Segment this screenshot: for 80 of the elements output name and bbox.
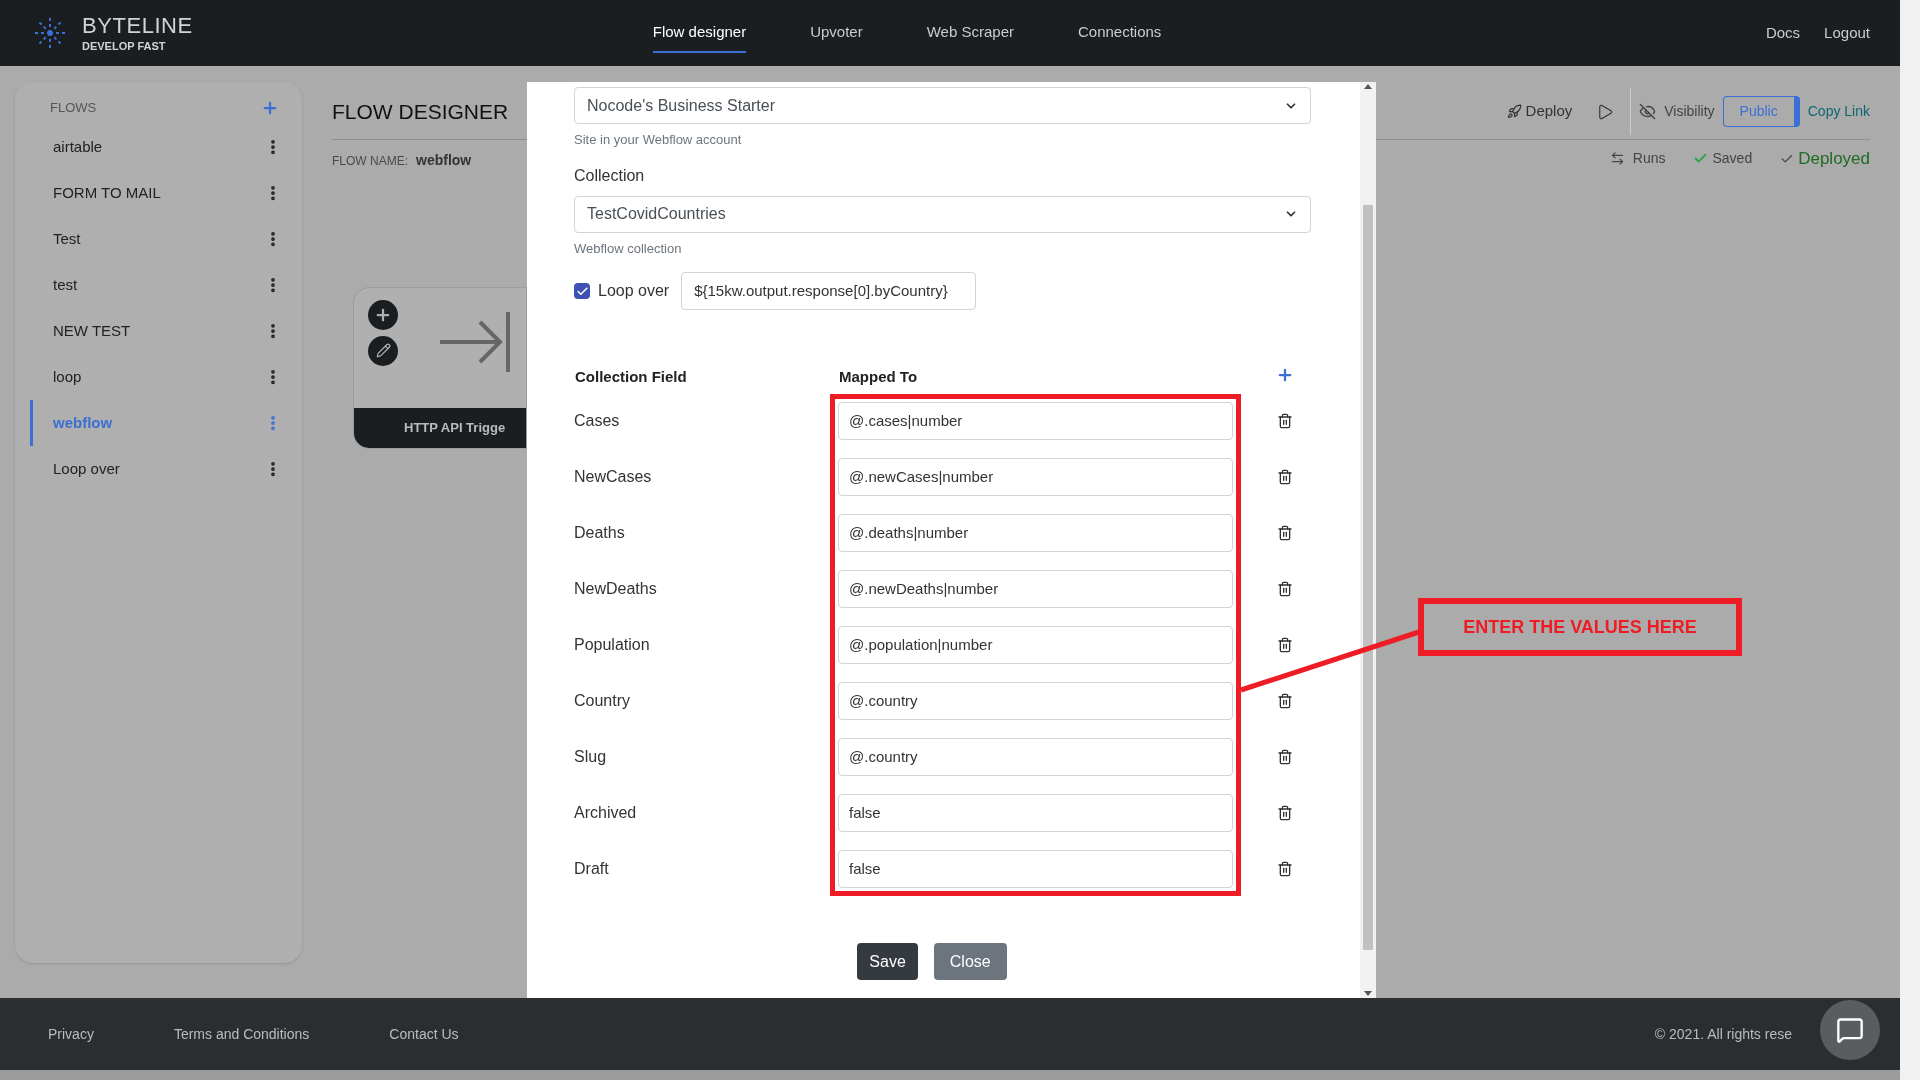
nav-link[interactable]: Web Scraper — [926, 12, 1014, 54]
arrow-to-line-icon — [438, 309, 510, 374]
nav-link[interactable]: Connections — [1077, 12, 1162, 54]
field-hint: Webflow collection — [574, 239, 683, 258]
page-title: FLOW DESIGNER — [332, 99, 509, 125]
chat-icon — [1836, 1016, 1864, 1044]
annotation-callout: ENTER THE VALUES HERE — [1418, 598, 1742, 656]
sidebar-item[interactable]: FORM TO MAIL — [30, 170, 282, 216]
chat-button[interactable] — [1820, 1000, 1880, 1060]
nav-link[interactable]: Upvoter — [810, 12, 863, 54]
mapping-input[interactable]: @.cases|number — [838, 402, 1233, 440]
delete-icon[interactable] — [1277, 581, 1293, 597]
field-hint: Site in your Webflow account — [574, 131, 743, 149]
play-icon[interactable] — [1596, 102, 1615, 121]
column-header: Collection Field — [574, 367, 688, 387]
delete-icon[interactable] — [1277, 805, 1293, 821]
delete-icon[interactable] — [1277, 861, 1293, 877]
runs-link[interactable]: Runs — [1609, 148, 1666, 170]
copyright-text: © 2021. All rights rese — [1654, 1024, 1792, 1044]
add-node-button[interactable] — [368, 299, 398, 330]
field-label: Deaths — [574, 523, 626, 543]
delete-icon[interactable] — [1277, 637, 1293, 653]
node-title: HTTP API Trigge — [404, 418, 506, 437]
mapping-input[interactable]: false — [838, 794, 1233, 832]
delete-icon[interactable] — [1277, 749, 1293, 765]
visibility-label: Visibility — [1664, 102, 1715, 121]
arrows-icon — [1609, 151, 1625, 167]
field-label: Country — [574, 691, 632, 711]
delete-icon[interactable] — [1277, 693, 1293, 709]
sidebar-item[interactable]: Loop over — [30, 446, 282, 492]
mapping-input[interactable]: @.population|number — [838, 626, 1233, 664]
collection-select[interactable]: TestCovidCountries — [574, 195, 1311, 233]
field-label: Slug — [574, 747, 608, 767]
flow-name-label: FLOW NAME: — [332, 153, 408, 171]
delete-icon[interactable] — [1277, 469, 1293, 485]
deployed-status: Deployed — [1780, 146, 1870, 172]
field-label: Draft — [574, 859, 610, 879]
checkbox-label: Loop over — [598, 281, 670, 301]
pencil-icon — [375, 343, 391, 358]
field-label: NewDeaths — [574, 579, 658, 599]
sidebar-item[interactable]: airtable — [30, 124, 282, 170]
sidebar-item[interactable]: loop — [30, 354, 282, 400]
delete-icon[interactable] — [1277, 525, 1293, 541]
field-label: Archived — [574, 803, 638, 823]
deploy-button[interactable]: Deploy — [1498, 100, 1581, 123]
field-label: Collection — [574, 165, 646, 186]
field-label: Population — [574, 635, 651, 655]
flow-name: webflow — [416, 151, 472, 171]
mapping-input[interactable]: @.country — [838, 682, 1233, 720]
sidebar-title: FLOWS — [50, 99, 97, 118]
field-label: Cases — [574, 411, 621, 431]
sidebar-item[interactable]: Test — [30, 216, 282, 262]
close-button[interactable]: Close — [933, 943, 1007, 980]
mapping-input[interactable]: @.country — [838, 738, 1233, 776]
footer-link[interactable]: Contact Us — [389, 1023, 459, 1045]
edit-node-button[interactable] — [368, 335, 398, 366]
footer-link[interactable]: Terms and Conditions — [173, 1023, 310, 1045]
brand-name: BYTELINE — [82, 14, 193, 37]
mapping-input[interactable]: false — [838, 850, 1233, 888]
saved-status: Saved — [1693, 148, 1753, 170]
nav-link[interactable]: Flow designer — [652, 12, 747, 54]
brand-tagline: DEVELOP FAST — [82, 40, 167, 52]
delete-icon[interactable] — [1277, 413, 1293, 429]
loop-checkbox[interactable] — [574, 283, 590, 299]
nav-link[interactable]: Docs — [1765, 21, 1801, 45]
save-button[interactable]: Save — [857, 943, 918, 980]
rocket-icon — [1506, 104, 1522, 119]
sidebar-item[interactable]: NEW TEST — [30, 308, 282, 354]
add-icon[interactable] — [1276, 366, 1294, 384]
column-header: Mapped To — [838, 367, 919, 387]
nav-link[interactable]: Logout — [1824, 21, 1870, 45]
site-select[interactable]: Nocode's Business Starter — [574, 87, 1311, 124]
sidebar-item[interactable]: test — [30, 262, 282, 308]
mapping-input[interactable]: @.deaths|number — [838, 514, 1233, 552]
mapping-input[interactable]: @.newDeaths|number — [838, 570, 1233, 608]
field-label: NewCases — [574, 467, 653, 487]
loop-input[interactable]: ${15kw.output.response[0].byCountry} — [681, 272, 977, 310]
footer-link[interactable]: Privacy — [48, 1023, 94, 1045]
mapping-input[interactable]: @.newCases|number — [838, 458, 1233, 496]
eye-off-icon — [1639, 103, 1657, 120]
